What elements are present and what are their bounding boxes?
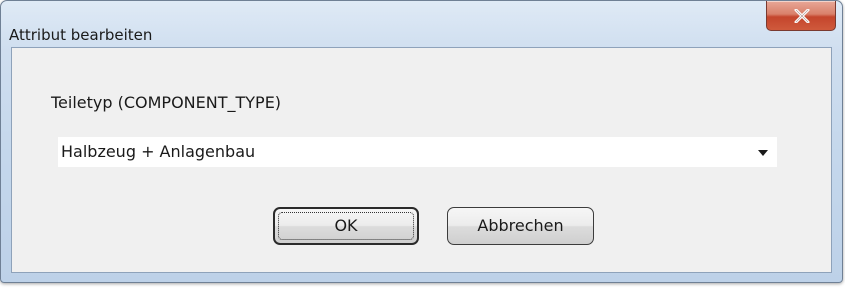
chevron-down-icon	[758, 150, 768, 156]
ok-button-label: OK	[334, 216, 358, 235]
title-bar[interactable]: Attribut bearbeiten	[1, 1, 842, 47]
cancel-button[interactable]: Abbrechen	[447, 207, 594, 245]
ok-button[interactable]: OK	[273, 207, 419, 245]
close-icon	[794, 9, 810, 23]
component-type-label: Teiletyp (COMPONENT_TYPE)	[51, 93, 282, 112]
component-type-dropdown[interactable]: Halbzeug + Anlagenbau	[57, 136, 778, 168]
close-button[interactable]	[766, 1, 836, 31]
dropdown-selected-value: Halbzeug + Anlagenbau	[61, 142, 256, 161]
window-title: Attribut bearbeiten	[9, 26, 153, 44]
